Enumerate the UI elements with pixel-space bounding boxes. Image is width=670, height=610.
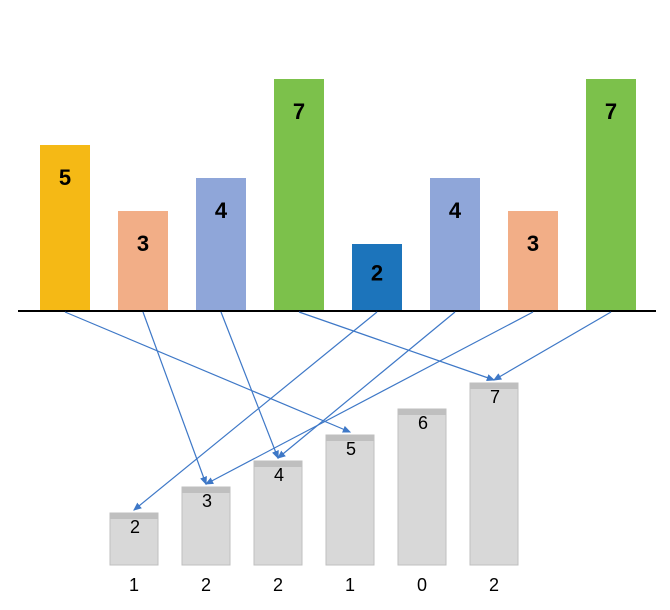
bottom-bar: [470, 383, 518, 565]
bottom-bar-count: 1: [345, 575, 355, 595]
mapping-arrow: [494, 312, 611, 380]
diagram-svg: 5 3 4 7 2 4 3 7 2 1 3 2 4 2 5 1 6 0 7 2: [0, 0, 670, 610]
top-bar-value: 3: [527, 231, 539, 256]
bottom-bar-count: 2: [273, 575, 283, 595]
bottom-bar-height: 5: [346, 439, 356, 459]
bottom-bar-height: 6: [418, 413, 428, 433]
bottom-bar-count: 1: [129, 575, 139, 595]
mapping-arrow: [143, 312, 206, 484]
bottom-bar-count: 2: [201, 575, 211, 595]
bottom-bar-height: 7: [490, 387, 500, 407]
top-bar-value: 5: [59, 165, 71, 190]
top-bar-value: 7: [605, 99, 617, 124]
mapping-arrow: [65, 312, 350, 432]
top-bar-value: 4: [449, 198, 462, 223]
bottom-bar-height: 3: [202, 491, 212, 511]
top-bar-value: 7: [293, 99, 305, 124]
mapping-arrow: [221, 312, 278, 458]
bottom-bar-height: 4: [274, 465, 284, 485]
mapping-arrow: [299, 312, 494, 380]
top-bar: [118, 211, 168, 310]
bottom-bar-count: 2: [489, 575, 499, 595]
bottom-bar-count: 0: [417, 575, 427, 595]
bottom-bar-height: 2: [130, 517, 140, 537]
top-bar-value: 3: [137, 231, 149, 256]
top-bar-value: 2: [371, 260, 383, 285]
top-bar-value: 4: [215, 198, 228, 223]
top-bar: [508, 211, 558, 310]
